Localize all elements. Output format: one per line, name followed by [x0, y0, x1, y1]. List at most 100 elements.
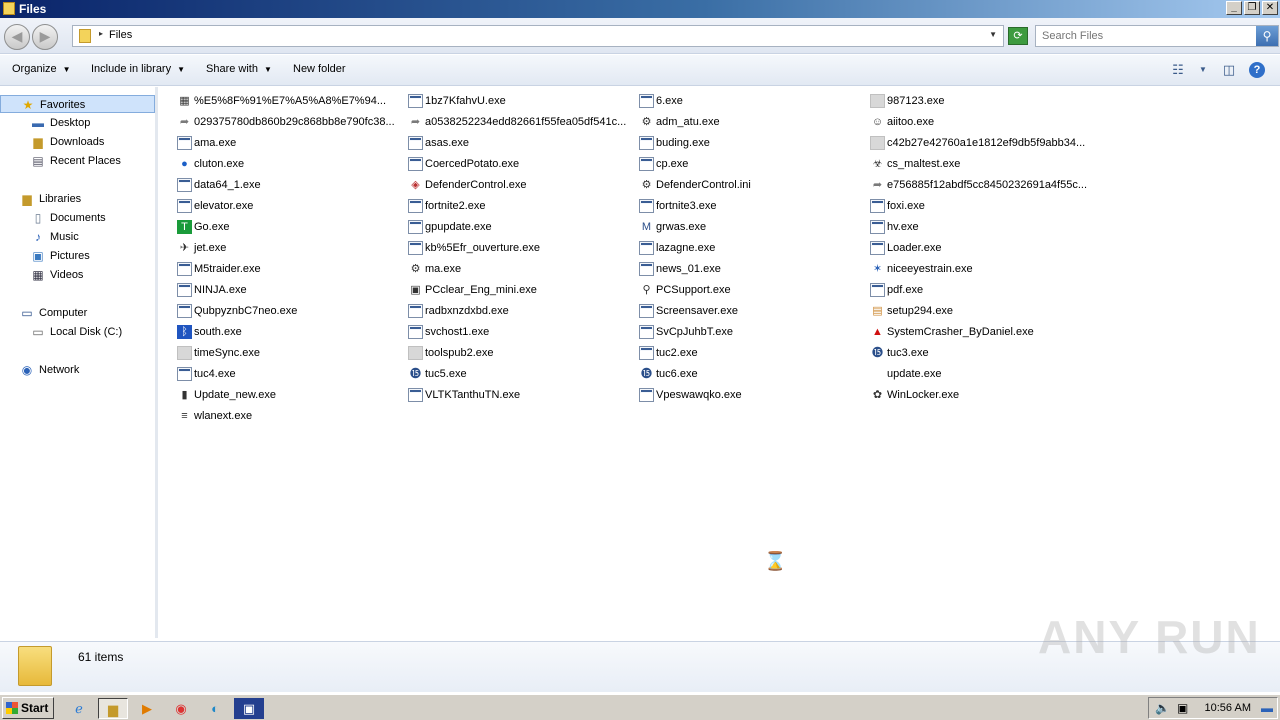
file-item[interactable]: ama.exe	[177, 133, 403, 153]
chevron-down-icon[interactable]: ▼	[989, 30, 997, 39]
file-item[interactable]: gpupdate.exe	[408, 217, 634, 237]
file-item[interactable]: lazagne.exe	[639, 238, 865, 258]
file-item[interactable]: fortnite3.exe	[639, 196, 865, 216]
nav-music[interactable]: ♪ Music	[0, 228, 155, 246]
file-item[interactable]: ☺ aiitoo.exe	[870, 112, 1096, 132]
show-desktop-icon[interactable]: ▬	[1261, 701, 1273, 715]
chevron-down-icon[interactable]: ▼	[1195, 62, 1211, 78]
ie-icon[interactable]: ℯ	[64, 698, 94, 719]
nav-documents[interactable]: ▯ Documents	[0, 209, 155, 227]
file-item[interactable]: ☣ cs_maltest.exe	[870, 154, 1096, 174]
file-item[interactable]: tuc4.exe	[177, 364, 403, 384]
edge-icon[interactable]: ◐	[200, 698, 230, 719]
media-player-icon[interactable]: ▶	[132, 698, 162, 719]
file-item[interactable]: ◈ DefenderControl.exe	[408, 175, 634, 195]
file-item[interactable]: timeSync.exe	[177, 343, 403, 363]
explorer-taskbar-icon[interactable]: ▆	[98, 698, 128, 719]
file-item[interactable]: foxi.exe	[870, 196, 1096, 216]
network-tray-icon[interactable]: ▣	[1177, 701, 1188, 715]
nav-desktop[interactable]: ▬ Desktop	[0, 114, 155, 132]
file-item[interactable]: ➦ 029375780db860b29c868bb8e790fc38...	[177, 112, 403, 132]
file-item[interactable]: CoercedPotato.exe	[408, 154, 634, 174]
file-item[interactable]: ▤ setup294.exe	[870, 301, 1096, 321]
file-item[interactable]: NINJA.exe	[177, 280, 403, 300]
file-item[interactable]: ⚙ DefenderControl.ini	[639, 175, 865, 195]
file-item[interactable]: fortnite2.exe	[408, 196, 634, 216]
file-item[interactable]: ≡ wlanext.exe	[177, 406, 403, 426]
file-item[interactable]: ▮ Update_new.exe	[177, 385, 403, 405]
file-item[interactable]: ✈ jet.exe	[177, 238, 403, 258]
file-item[interactable]: ᛒ south.exe	[177, 322, 403, 342]
file-item[interactable]: tuc2.exe	[639, 343, 865, 363]
file-item[interactable]: QubpyznbC7neo.exe	[177, 301, 403, 321]
file-item[interactable]: cp.exe	[639, 154, 865, 174]
file-item[interactable]: ▲ SystemCrasher_ByDaniel.exe	[870, 322, 1096, 342]
nav-downloads[interactable]: ▆ Downloads	[0, 133, 155, 151]
file-item[interactable]: ⓯ tuc5.exe	[408, 364, 634, 384]
preview-pane-icon[interactable]: ◫	[1221, 62, 1237, 78]
view-options-icon[interactable]: ☷	[1170, 62, 1186, 78]
file-item[interactable]: ▣ PCclear_Eng_mini.exe	[408, 280, 634, 300]
file-item[interactable]: data64_1.exe	[177, 175, 403, 195]
nav-favorites[interactable]: ★ Favorites	[0, 95, 155, 113]
help-icon[interactable]: ?	[1249, 62, 1265, 78]
file-item[interactable]: c42b27e42760a1e1812ef9db5f9abb34...	[870, 133, 1096, 153]
new-folder-button[interactable]: New folder	[293, 63, 346, 75]
maximize-button[interactable]: ❐	[1244, 1, 1260, 15]
file-item[interactable]: ⚙ adm_atu.exe	[639, 112, 865, 132]
nav-libraries[interactable]: ▆ Libraries	[0, 190, 155, 208]
file-item[interactable]: Vpeswawqko.exe	[639, 385, 865, 405]
chevron-right-icon[interactable]: ▸	[99, 29, 103, 38]
file-item[interactable]: ⚲ PCSupport.exe	[639, 280, 865, 300]
nav-pictures[interactable]: ▣ Pictures	[0, 247, 155, 265]
file-item[interactable]: M5traider.exe	[177, 259, 403, 279]
file-item[interactable]: 1bz7KfahvU.exe	[408, 91, 634, 111]
nav-computer[interactable]: ▭ Computer	[0, 304, 155, 322]
nav-recent-places[interactable]: ▤ Recent Places	[0, 152, 155, 170]
back-button[interactable]: ◀	[4, 24, 30, 50]
file-item[interactable]: radbxnzdxbd.exe	[408, 301, 634, 321]
address-bar[interactable]: ▸ Files ▼	[72, 25, 1004, 47]
file-item[interactable]: Loader.exe	[870, 238, 1096, 258]
file-item[interactable]: svchost1.exe	[408, 322, 634, 342]
file-item[interactable]: news_01.exe	[639, 259, 865, 279]
app-taskbar-icon[interactable]: ▣	[234, 698, 264, 719]
file-item[interactable]: kb%5Efr_ouverture.exe	[408, 238, 634, 258]
nav-network[interactable]: ◉ Network	[0, 361, 155, 379]
nav-videos[interactable]: ▦ Videos	[0, 266, 155, 284]
start-button[interactable]: Start	[2, 697, 54, 719]
file-item[interactable]: ⚙ ma.exe	[408, 259, 634, 279]
file-item[interactable]: hv.exe	[870, 217, 1096, 237]
file-item[interactable]: ➦ a0538252234edd82661f55fea05df541c...	[408, 112, 634, 132]
file-item[interactable]: ➦ e756885f12abdf5cc8450232691a4f55c...	[870, 175, 1096, 195]
close-button[interactable]: ✕	[1262, 1, 1278, 15]
file-item[interactable]: SvCpJuhbT.exe	[639, 322, 865, 342]
include-in-library-button[interactable]: Include in library ▼	[91, 63, 185, 75]
volume-icon[interactable]: 🔈	[1155, 701, 1170, 715]
breadcrumb-files[interactable]: Files	[109, 29, 132, 41]
file-item[interactable]: ⓯ tuc6.exe	[639, 364, 865, 384]
file-item[interactable]: 6.exe	[639, 91, 865, 111]
file-item[interactable]: pdf.exe	[870, 280, 1096, 300]
nav-local-disk[interactable]: ▭ Local Disk (C:)	[0, 323, 155, 341]
file-item[interactable]: update.exe	[870, 364, 1096, 384]
refresh-button[interactable]: ⟳	[1008, 27, 1028, 45]
file-item[interactable]: ▦ %E5%8F%91%E7%A5%A8%E7%94...	[177, 91, 403, 111]
forward-button[interactable]: ▶	[32, 24, 58, 50]
file-item[interactable]: toolspub2.exe	[408, 343, 634, 363]
file-item[interactable]: asas.exe	[408, 133, 634, 153]
file-item[interactable]: ✿ WinLocker.exe	[870, 385, 1096, 405]
file-item[interactable]: VLTKTanthuTN.exe	[408, 385, 634, 405]
file-item[interactable]: elevator.exe	[177, 196, 403, 216]
search-input[interactable]	[1036, 26, 1256, 46]
file-item[interactable]: 987123.exe	[870, 91, 1096, 111]
file-item[interactable]: Screensaver.exe	[639, 301, 865, 321]
file-item[interactable]: ✶ niceeyestrain.exe	[870, 259, 1096, 279]
file-item[interactable]: ● cluton.exe	[177, 154, 403, 174]
file-item[interactable]: buding.exe	[639, 133, 865, 153]
file-item[interactable]: Mgrwas.exe	[639, 217, 865, 237]
organize-button[interactable]: Organize ▼	[12, 63, 71, 75]
minimize-button[interactable]: _	[1226, 1, 1242, 15]
file-item[interactable]: T Go.exe	[177, 217, 403, 237]
chrome-icon[interactable]: ◉	[166, 698, 196, 719]
